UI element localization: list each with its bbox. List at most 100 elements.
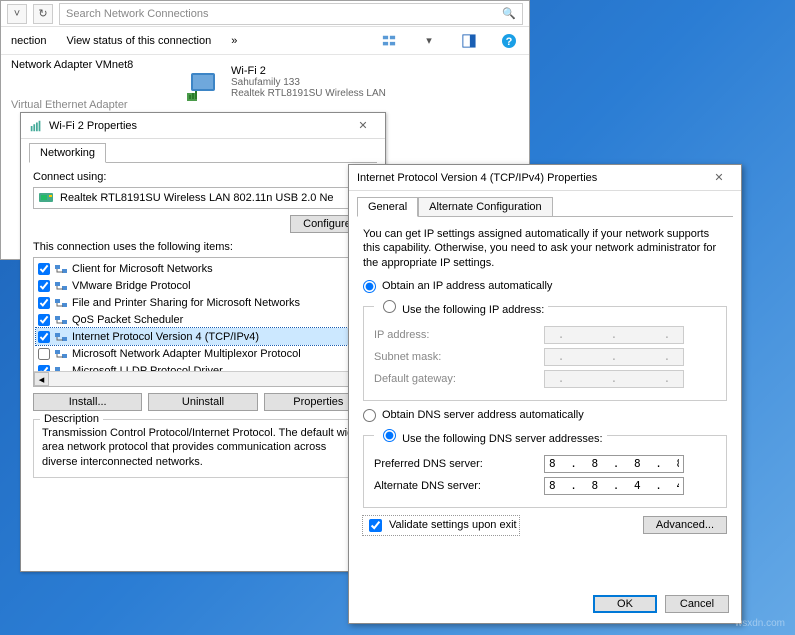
- watermark: wsxdn.com: [735, 618, 785, 629]
- view-status-link[interactable]: View status of this connection: [66, 35, 211, 47]
- tab-alternate-config[interactable]: Alternate Configuration: [418, 197, 553, 217]
- gateway-input: [544, 370, 684, 388]
- item-label: File and Printer Sharing for Microsoft N…: [72, 297, 300, 309]
- protocol-icon: [54, 348, 68, 360]
- alt-dns-input[interactable]: [544, 477, 684, 495]
- chevron-right-icon: »: [231, 35, 237, 47]
- list-item[interactable]: QoS Packet Scheduler: [36, 311, 370, 328]
- ok-button[interactable]: OK: [593, 595, 657, 613]
- list-item[interactable]: File and Printer Sharing for Microsoft N…: [36, 294, 370, 311]
- command-toolbar: nection View status of this connection »…: [1, 27, 529, 55]
- item-checkbox[interactable]: [38, 348, 50, 360]
- search-icon: 🔍: [502, 7, 516, 20]
- connect-using-label: Connect using:: [33, 171, 373, 183]
- protocol-icon: [54, 331, 68, 343]
- scroll-left-button[interactable]: ◂: [34, 372, 49, 386]
- description-legend: Description: [40, 413, 103, 425]
- obtain-ip-auto-row[interactable]: Obtain an IP address automatically: [363, 280, 727, 293]
- wifi-ssid: Sahufamily 133: [231, 77, 386, 88]
- use-dns-radio[interactable]: [383, 429, 396, 442]
- wifi-adapter-item[interactable]: Wi-Fi 2 Sahufamily 133 Realtek RTL8191SU…: [183, 65, 386, 105]
- group-icon[interactable]: ▾: [419, 31, 439, 51]
- ip-address-input: [544, 326, 684, 344]
- item-label: Internet Protocol Version 4 (TCP/IPv4): [72, 331, 259, 343]
- scroll-track[interactable]: [49, 372, 357, 386]
- dns-group: Use the following DNS server addresses: …: [363, 426, 727, 508]
- description-text: Transmission Control Protocol/Internet P…: [42, 426, 364, 469]
- description-group: Description Transmission Control Protoco…: [33, 419, 373, 478]
- ipv4-close-button[interactable]: ✕: [705, 168, 733, 188]
- tab-row: Networking: [29, 143, 377, 163]
- view-icon[interactable]: [379, 31, 399, 51]
- tab-general[interactable]: General: [357, 197, 418, 217]
- item-label: QoS Packet Scheduler: [72, 314, 183, 326]
- pref-dns-input[interactable]: [544, 455, 684, 473]
- wifi-title: Wi-Fi 2: [231, 65, 386, 77]
- use-dns-row[interactable]: Use the following DNS server addresses:: [374, 426, 607, 445]
- connection-link[interactable]: nection: [11, 35, 46, 47]
- address-toolbar: ˅ ↻ Search Network Connections 🔍: [1, 1, 529, 27]
- horizontal-scrollbar[interactable]: ◂ ▸: [34, 371, 372, 386]
- ipv4-titlebar: Internet Protocol Version 4 (TCP/IPv4) P…: [349, 165, 741, 191]
- advanced-button[interactable]: Advanced...: [643, 516, 727, 534]
- validate-checkbox[interactable]: [369, 519, 382, 532]
- search-placeholder: Search Network Connections: [66, 8, 208, 20]
- item-checkbox[interactable]: [38, 280, 50, 292]
- obtain-dns-auto-radio[interactable]: [363, 409, 376, 422]
- pref-dns-label: Preferred DNS server:: [374, 458, 534, 470]
- obtain-dns-auto-row[interactable]: Obtain DNS server address automatically: [363, 409, 727, 422]
- protocol-icon: [54, 263, 68, 275]
- use-ip-label: Use the following IP address:: [402, 304, 544, 316]
- uninstall-button[interactable]: Uninstall: [148, 393, 257, 411]
- dialog-titlebar: Wi-Fi 2 Properties ✕: [21, 113, 385, 139]
- network-icon: [29, 119, 43, 133]
- svg-text:?: ?: [506, 36, 513, 48]
- item-checkbox[interactable]: [38, 263, 50, 275]
- validate-row[interactable]: Validate settings upon exit: [363, 516, 519, 535]
- subnet-label: Subnet mask:: [374, 351, 534, 363]
- use-ip-row[interactable]: Use the following IP address:: [374, 297, 548, 316]
- close-button[interactable]: ✕: [349, 116, 377, 136]
- protocol-icon: [54, 297, 68, 309]
- install-button[interactable]: Install...: [33, 393, 142, 411]
- use-dns-label: Use the following DNS server addresses:: [402, 433, 603, 445]
- item-checkbox[interactable]: [38, 331, 50, 343]
- refresh-button[interactable]: ↻: [33, 4, 53, 24]
- search-box[interactable]: Search Network Connections 🔍: [59, 3, 523, 25]
- protocol-icon: [54, 280, 68, 292]
- alt-dns-label: Alternate DNS server:: [374, 480, 534, 492]
- intro-text: You can get IP settings assigned automat…: [363, 227, 727, 270]
- adapter-text: Wi-Fi 2 Sahufamily 133 Realtek RTL8191SU…: [231, 65, 386, 105]
- obtain-dns-auto-label: Obtain DNS server address automatically: [382, 409, 584, 421]
- adapter-name: Realtek RTL8191SU Wireless LAN 802.11n U…: [60, 192, 334, 204]
- cancel-button[interactable]: Cancel: [665, 595, 729, 613]
- item-label: Client for Microsoft Networks: [72, 263, 213, 275]
- adapter-field: Realtek RTL8191SU Wireless LAN 802.11n U…: [33, 187, 373, 209]
- obtain-ip-auto-radio[interactable]: [363, 280, 376, 293]
- static-ip-group: Use the following IP address: IP address…: [363, 297, 727, 401]
- tab-networking[interactable]: Networking: [29, 143, 106, 163]
- item-checkbox[interactable]: [38, 297, 50, 309]
- list-item[interactable]: VMware Bridge Protocol: [36, 277, 370, 294]
- item-label: VMware Bridge Protocol: [72, 280, 191, 292]
- validate-label: Validate settings upon exit: [389, 519, 517, 531]
- adapter-card-icon: [38, 191, 54, 205]
- list-item[interactable]: Client for Microsoft Networks: [36, 260, 370, 277]
- wifi-properties-dialog: Wi-Fi 2 Properties ✕ Networking Connect …: [20, 112, 386, 572]
- list-item[interactable]: Internet Protocol Version 4 (TCP/IPv4): [36, 328, 370, 345]
- dropdown-button[interactable]: ˅: [7, 4, 27, 24]
- items-listbox[interactable]: Client for Microsoft Networks VMware Brid…: [33, 257, 373, 387]
- wifi-adapter-icon: [183, 65, 223, 105]
- gateway-label: Default gateway:: [374, 373, 534, 385]
- list-item[interactable]: Microsoft Network Adapter Multiplexor Pr…: [36, 345, 370, 362]
- subnet-input: [544, 348, 684, 366]
- item-checkbox[interactable]: [38, 314, 50, 326]
- help-icon[interactable]: ?: [499, 31, 519, 51]
- ipv4-dialog-title: Internet Protocol Version 4 (TCP/IPv4) P…: [357, 172, 597, 184]
- ipv4-properties-dialog: Internet Protocol Version 4 (TCP/IPv4) P…: [348, 164, 742, 624]
- details-pane-icon[interactable]: [459, 31, 479, 51]
- item-label: Microsoft Network Adapter Multiplexor Pr…: [72, 348, 301, 360]
- ipv4-tab-row: General Alternate Configuration: [357, 197, 733, 217]
- use-ip-radio[interactable]: [383, 300, 396, 313]
- ipv4-dialog-buttons: OK Cancel: [593, 595, 729, 613]
